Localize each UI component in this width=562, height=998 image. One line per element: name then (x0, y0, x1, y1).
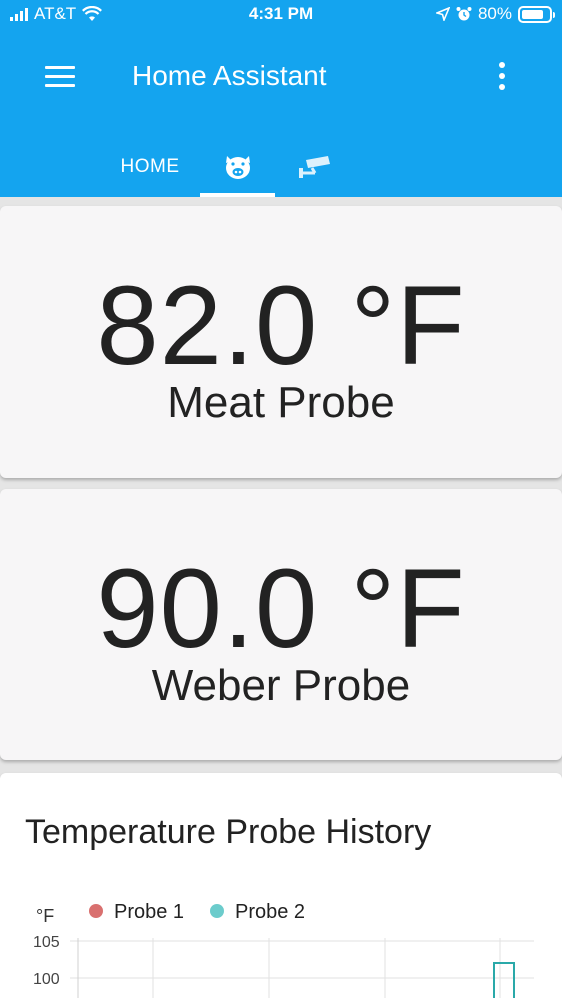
app-title: Home Assistant (132, 60, 327, 91)
meat-probe-value: 82.0 °F (96, 263, 466, 388)
tab-pig[interactable] (200, 136, 275, 197)
tab-camera[interactable] (275, 136, 355, 197)
more-options-button[interactable] (492, 62, 512, 92)
app-header: AT&T 4:31 PM 80% Home Assistant HOME (0, 0, 562, 197)
weber-probe-name: Weber Probe (151, 661, 411, 710)
legend-label-probe-1[interactable]: Probe 1 (114, 901, 184, 923)
battery-icon (518, 5, 555, 23)
weber-probe-card[interactable]: 90.0 °F Weber Probe (0, 489, 562, 760)
tab-home[interactable]: HOME (100, 136, 200, 197)
cctv-camera-icon (299, 155, 330, 178)
y-tick-105: 105 (33, 934, 60, 951)
status-bar: AT&T 4:31 PM 80% (0, 0, 562, 30)
pig-icon (225, 155, 250, 179)
history-card: Temperature Probe History °F Probe 1 Pro… (0, 773, 562, 998)
menu-button[interactable] (45, 66, 75, 88)
y-tick-100: 100 (33, 971, 60, 988)
history-title: Temperature Probe History (25, 813, 432, 851)
alarm-clock-icon (456, 7, 472, 21)
meat-probe-name: Meat Probe (167, 378, 395, 427)
weber-probe-value: 90.0 °F (96, 546, 466, 671)
legend-dot-probe-2 (210, 904, 224, 918)
battery-percentage: 80% (477, 4, 512, 23)
view-tabs: HOME (100, 136, 355, 197)
history-chart[interactable]: °F Probe 1 Probe 2 105 100 (0, 883, 562, 998)
y-axis-unit: °F (36, 906, 54, 926)
location-arrow-icon (435, 7, 450, 21)
legend-label-probe-2[interactable]: Probe 2 (235, 901, 305, 923)
legend-dot-probe-1 (89, 904, 103, 918)
meat-probe-card[interactable]: 82.0 °F Meat Probe (0, 206, 562, 478)
probe-2-series-line (493, 962, 515, 998)
